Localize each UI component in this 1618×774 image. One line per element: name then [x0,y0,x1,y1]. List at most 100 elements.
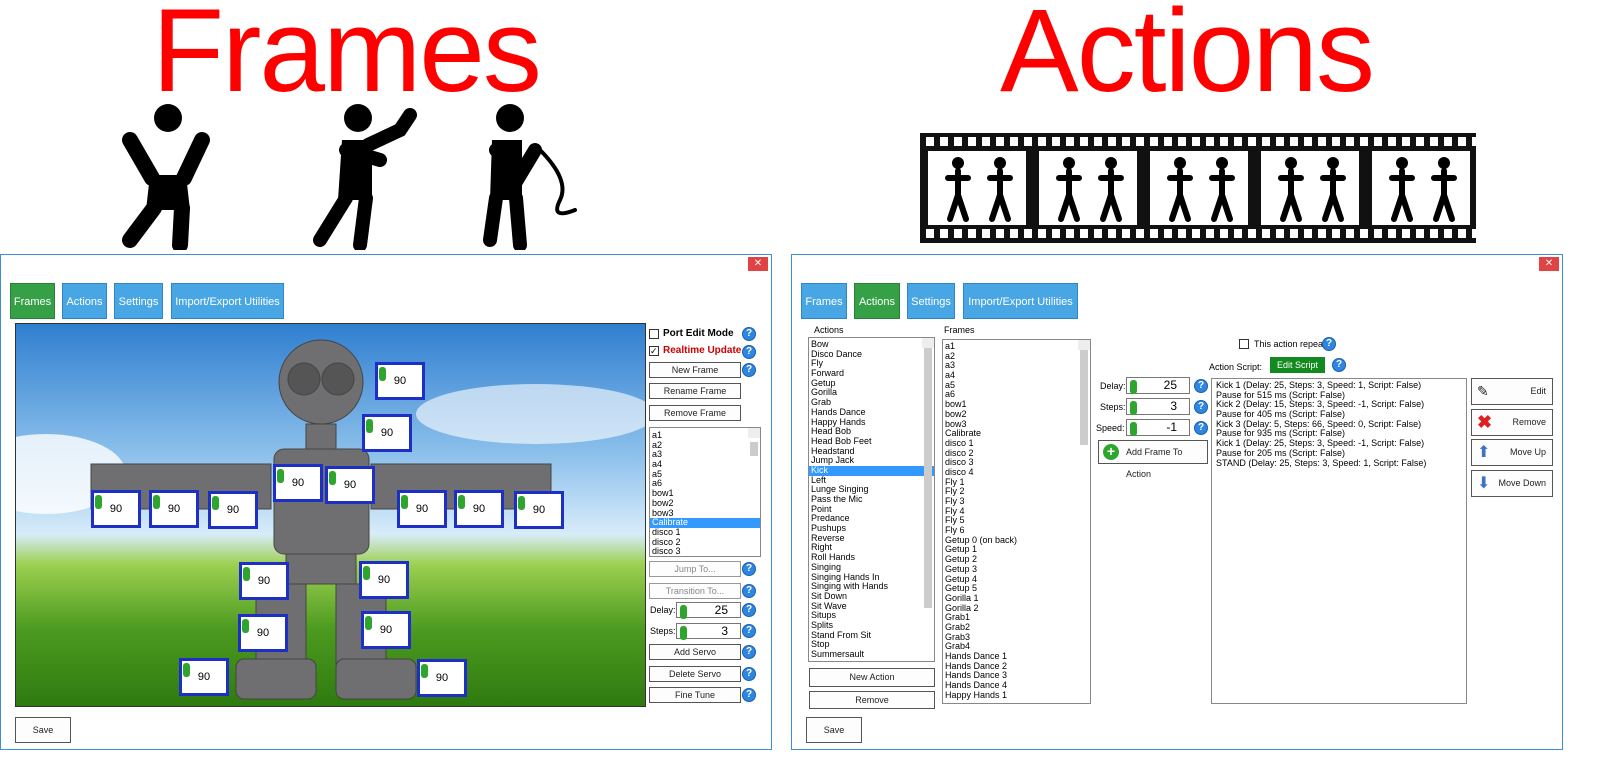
servo-handle-icon[interactable] [366,419,373,433]
remove-action-button[interactable]: Remove [809,691,935,709]
help-icon[interactable]: ? [742,645,756,659]
list-item[interactable]: STAND (Delay: 25, Steps: 3, Speed: 1, Sc… [1214,458,1466,469]
tab-frames[interactable]: Frames [10,283,55,319]
scrollbar[interactable] [1078,340,1090,445]
servo-handle-icon[interactable] [212,496,219,510]
edit-button[interactable]: ✎ Edit [1471,378,1553,405]
add-servo-button[interactable]: Add Servo [649,644,741,660]
close-button[interactable]: ✕ [748,257,768,271]
servo-box[interactable]: 90 [397,490,447,528]
help-icon[interactable]: ? [742,345,756,359]
speed-spinner[interactable]: -1 [1126,419,1190,436]
servo-handle-icon[interactable] [243,567,250,581]
tab-import-export[interactable]: Import/Export Utilities [171,283,284,319]
list-item[interactable]: Fly 5 [943,516,1090,526]
transition-to-button[interactable]: Transition To... [649,583,741,599]
port-edit-mode-checkbox[interactable] [649,329,659,339]
scrollbar[interactable] [748,428,760,456]
edit-script-button[interactable]: Edit Script [1270,357,1325,373]
help-icon[interactable]: ? [1194,379,1208,393]
servo-handle-icon[interactable] [421,664,428,678]
list-item[interactable]: a5 [650,469,760,480]
list-item[interactable]: a1 [650,430,760,441]
servo-box[interactable]: 90 [238,614,288,652]
list-item[interactable]: a3 [943,361,1090,371]
scrollbar[interactable] [922,338,934,608]
servo-box[interactable]: 90 [208,491,258,529]
list-item[interactable]: Happy Hands 1 [943,690,1090,701]
servo-box[interactable]: 90 [91,490,141,528]
steps-spinner[interactable]: 3 [1126,398,1190,415]
actions-list[interactable]: Bow Disco Dance Fly Forward Getup Gorilla Grab… [808,337,935,662]
help-icon[interactable]: ? [742,327,756,341]
delay-spinner[interactable]: 25 [1126,377,1190,394]
servo-box[interactable]: 90 [179,658,229,696]
list-item[interactable]: Fly 2 [943,487,1090,497]
servo-handle-icon[interactable] [95,495,102,509]
servo-box[interactable]: 90 [361,611,411,649]
save-button[interactable]: Save [15,717,71,743]
tab-settings[interactable]: Settings [907,283,955,319]
servo-handle-icon[interactable] [363,566,370,580]
servo-box[interactable]: 90 [273,464,323,502]
tab-actions[interactable]: Actions [854,283,900,319]
steps-spinner[interactable]: 3 [676,623,741,640]
frame-list[interactable]: a1 a2 a3 a4 a5 a6 bow1 bow2 bow3 Calibrate disco 1… [649,427,761,557]
help-icon[interactable]: ? [1332,358,1346,372]
list-item[interactable]: Kick [809,465,934,476]
move-up-button[interactable]: ⬆ Move Up [1471,439,1553,466]
move-down-button[interactable]: ⬇ Move Down [1471,470,1553,497]
help-icon[interactable]: ? [1194,421,1208,435]
servo-box[interactable]: 90 [325,466,375,504]
list-item[interactable]: Summersault [809,649,934,660]
list-item[interactable]: Fly 3 [943,496,1090,507]
servo-box[interactable]: 90 [375,362,425,400]
tab-import-export[interactable]: Import/Export Utilities [963,283,1078,319]
tab-actions[interactable]: Actions [62,283,107,319]
servo-handle-icon[interactable] [458,495,465,509]
close-button[interactable]: ✕ [1539,257,1559,271]
list-item[interactable]: Fly 4 [943,506,1090,517]
help-icon[interactable]: ? [742,603,756,617]
save-button[interactable]: Save [806,717,862,743]
servo-handle-icon[interactable] [379,367,386,381]
help-icon[interactable]: ? [742,562,756,576]
servo-handle-icon[interactable] [518,496,525,510]
list-item[interactable]: disco 4 [943,467,1090,478]
delete-servo-button[interactable]: Delete Servo [649,666,741,682]
servo-box[interactable]: 90 [514,491,564,529]
servo-handle-icon[interactable] [365,616,372,630]
list-item[interactable]: a2 [650,440,760,451]
help-icon[interactable]: ? [742,688,756,702]
servo-handle-icon[interactable] [183,663,190,677]
jump-to-button[interactable]: Jump To... [649,561,741,577]
servo-box[interactable]: 90 [362,414,412,452]
help-icon[interactable]: ? [1194,400,1208,414]
help-icon[interactable]: ? [742,624,756,638]
list-item[interactable]: a5 [943,380,1090,391]
rename-frame-button[interactable]: Rename Frame [649,383,741,399]
realtime-update-checkbox[interactable]: ✓ [649,346,659,356]
list-item[interactable]: a4 [943,370,1090,381]
list-item[interactable]: a3 [650,450,760,460]
help-icon[interactable]: ? [742,363,756,377]
delay-spinner[interactable]: 25 [676,602,741,619]
remove-frame-button[interactable]: Remove Frame [649,405,741,421]
servo-handle-icon[interactable] [401,495,408,509]
action-script-list[interactable]: Kick 1 (Delay: 25, Steps: 3, Speed: 1, S… [1211,378,1467,704]
servo-handle-icon[interactable] [153,495,160,509]
list-item[interactable]: a2 [943,351,1090,362]
tab-frames[interactable]: Frames [801,283,847,319]
frames-list[interactable]: a1 a2 a3 a4 a5 a6 bow1 bow2 bow3 Calibrate disco 1… [942,339,1091,704]
help-icon[interactable]: ? [1322,337,1336,351]
help-icon[interactable]: ? [742,584,756,598]
servo-box[interactable]: 90 [454,490,504,528]
add-frame-to-action-button[interactable]: + Add Frame To Action [1098,440,1208,479]
list-item[interactable]: a4 [650,459,760,470]
new-action-button[interactable]: New Action [809,668,935,687]
servo-handle-icon[interactable] [242,619,249,633]
list-item[interactable]: Fly 1 [943,477,1090,488]
remove-button[interactable]: ✖ Remove [1471,409,1553,436]
servo-box[interactable]: 90 [359,561,409,599]
servo-box[interactable]: 90 [417,659,467,697]
